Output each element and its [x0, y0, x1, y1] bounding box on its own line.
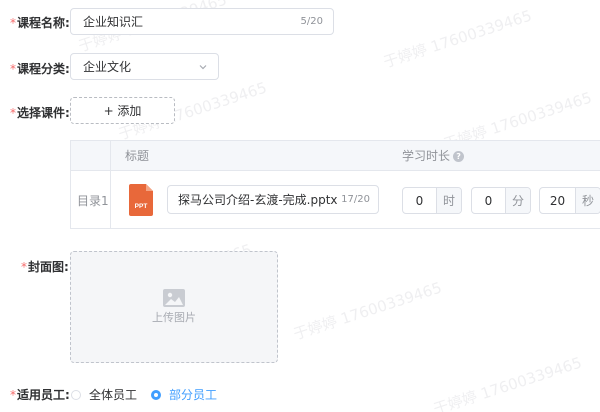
- required-mark: *: [10, 388, 16, 402]
- watermark: 于婷婷 17600339465: [431, 353, 584, 412]
- courseware-label: *选择课件:: [10, 106, 70, 120]
- courseware-file-input[interactable]: 探马公司介绍-玄渡-完成.pptx 17/20: [167, 185, 379, 214]
- course-category-select[interactable]: 企业文化: [70, 53, 219, 80]
- watermark: 于婷婷 17600339465: [381, 6, 534, 72]
- column-divider: [110, 141, 111, 228]
- employees-label: *适用员工:: [10, 388, 70, 402]
- watermark: 于婷婷 17600339465: [291, 278, 444, 344]
- required-mark: *: [10, 62, 16, 76]
- column-title-header: 标题: [125, 149, 150, 163]
- table-header: 标题 学习时长?: [71, 141, 600, 171]
- radio-all-employees[interactable]: 全体员工: [71, 386, 137, 403]
- cover-upload[interactable]: 上传图片: [70, 251, 278, 363]
- course-category-label: *课程分类:: [10, 62, 70, 76]
- course-name-value: 企业知识汇: [83, 15, 144, 29]
- minutes-unit: 分: [505, 188, 530, 213]
- directory-cell: 目录1: [77, 194, 109, 208]
- hours-input[interactable]: 0 时: [402, 187, 462, 214]
- course-name-label: *课程名称:: [10, 16, 70, 30]
- chevron-down-icon: [199, 64, 207, 69]
- course-name-count: 5/20: [300, 16, 323, 27]
- required-mark: *: [10, 106, 16, 120]
- hours-value: 0: [415, 193, 424, 208]
- upload-label: 上传图片: [152, 311, 196, 324]
- hours-unit: 时: [436, 188, 461, 213]
- seconds-value: 20: [549, 193, 566, 208]
- seconds-unit: 秒: [575, 188, 600, 213]
- seconds-input[interactable]: 20 秒: [539, 187, 600, 214]
- minutes-input[interactable]: 0 分: [471, 187, 531, 214]
- add-courseware-button[interactable]: + 添加: [70, 97, 175, 124]
- courseware-table: 标题 学习时长? 目录1 PPT 探马公司介绍-玄渡-完成.pptx 17/20…: [70, 140, 600, 229]
- course-category-value: 企业文化: [83, 60, 132, 74]
- image-icon: [163, 289, 185, 307]
- radio-dot: [71, 389, 81, 400]
- help-icon[interactable]: ?: [453, 151, 465, 162]
- course-name-input[interactable]: 企业知识汇 5/20: [70, 8, 334, 35]
- column-duration-header: 学习时长?: [402, 141, 465, 171]
- ppt-badge: PPT: [135, 203, 148, 210]
- file-name: 探马公司介绍-玄渡-完成.pptx: [178, 193, 338, 207]
- minutes-value: 0: [484, 193, 493, 208]
- radio-dot: [151, 389, 161, 400]
- cover-label: *封面图:: [21, 260, 69, 274]
- ppt-file-icon: PPT: [129, 184, 153, 216]
- required-mark: *: [10, 16, 16, 30]
- required-mark: *: [21, 260, 27, 274]
- radio-some-employees[interactable]: 部分员工: [151, 386, 217, 403]
- file-name-count: 17/20: [341, 194, 370, 205]
